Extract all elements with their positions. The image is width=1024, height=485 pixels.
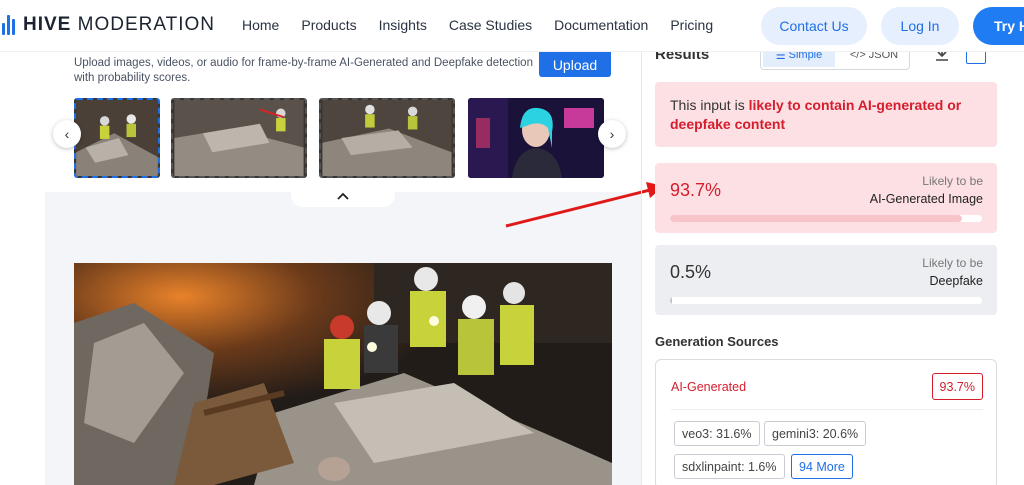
panel-divider	[641, 52, 642, 485]
ai-score-fill	[670, 215, 963, 222]
nav-pricing[interactable]: Pricing	[670, 17, 713, 33]
thumbnail-carousel	[74, 98, 604, 178]
thumbnail-4[interactable]	[468, 98, 604, 178]
source-chip-gemini3: gemini3: 20.6%	[764, 421, 867, 446]
log-in-button[interactable]: Log In	[881, 7, 959, 45]
nav-products[interactable]: Products	[301, 17, 356, 33]
chevron-right-icon: ›	[609, 126, 615, 142]
carousel-next-button[interactable]: ›	[598, 120, 626, 148]
ai-score-value: 93.7%	[670, 180, 722, 200]
thumbnail-2[interactable]	[171, 98, 307, 178]
generation-sources-title: Generation Sources	[655, 334, 779, 349]
nav-home[interactable]: Home	[242, 17, 279, 33]
top-nav: HIVE MODERATION Home Products Insights C…	[0, 0, 1024, 52]
preview-image	[74, 263, 612, 485]
deepfake-score-bar	[670, 297, 982, 304]
contact-us-button[interactable]: Contact Us	[761, 7, 867, 45]
rubble-image-icon	[76, 100, 158, 176]
chevron-left-icon: ‹	[64, 126, 70, 142]
try-button[interactable]: Try H	[973, 7, 1024, 45]
ai-generated-score-card: 93.7% Likely to be AI-Generated Image	[655, 163, 997, 233]
deepfake-score-sub: Likely to be	[922, 256, 983, 270]
cyberpunk-portrait-icon	[468, 98, 604, 178]
upload-button[interactable]: Upload	[539, 52, 611, 77]
page: HIVE MODERATION Home Products Insights C…	[0, 0, 1024, 485]
carousel-prev-button[interactable]: ‹	[53, 120, 81, 148]
logo[interactable]: HIVE MODERATION	[2, 14, 215, 36]
logo-bold: HIVE	[23, 14, 72, 35]
nav-links: Home Products Insights Case Studies Docu…	[242, 17, 735, 33]
verdict-prefix: This input is	[670, 97, 749, 113]
rubble-image-icon	[322, 100, 452, 176]
upload-description: Upload images, videos, or audio for fram…	[74, 57, 533, 84]
chevron-up-icon	[337, 192, 349, 200]
nav-documentation[interactable]: Documentation	[554, 17, 648, 33]
generation-source-pct: 93.7%	[931, 373, 983, 400]
hive-logo-icon	[2, 15, 15, 35]
nav-case-studies[interactable]: Case Studies	[449, 17, 532, 33]
generation-source-label: AI-Generated	[671, 380, 747, 394]
ai-score-label: AI-Generated Image	[869, 192, 983, 206]
deepfake-score-fill	[670, 297, 672, 304]
more-sources-button[interactable]: 94 More	[791, 454, 853, 479]
ai-score-bar	[670, 215, 982, 222]
deepfake-score-card: 0.5% Likely to be Deepfake	[655, 245, 997, 315]
upload-panel: Upload images, videos, or audio for fram…	[45, 52, 642, 485]
nav-insights[interactable]: Insights	[379, 17, 427, 33]
rubble-image-icon	[174, 100, 304, 176]
collapse-thumbnails-button[interactable]	[291, 185, 395, 207]
verdict-banner: This input is likely to contain AI-gener…	[655, 82, 997, 147]
thumbnail-3[interactable]	[319, 98, 455, 178]
logo-rest: MODERATION	[77, 14, 216, 35]
thumbnail-1[interactable]	[74, 98, 160, 178]
deepfake-score-value: 0.5%	[670, 262, 712, 282]
deepfake-score-label: Deepfake	[929, 274, 983, 288]
generation-source-divider	[671, 409, 983, 410]
ai-score-sub: Likely to be	[922, 174, 983, 188]
rescue-scene-image-icon	[74, 263, 612, 485]
generation-sources-card: AI-Generated 93.7% veo3: 31.6% gemini3: …	[655, 359, 997, 485]
source-chip-veo3: veo3: 31.6%	[674, 421, 760, 446]
annotation-arrow-icon	[505, 182, 664, 228]
source-chip-sdxlinpaint: sdxlinpaint: 1.6%	[674, 454, 785, 479]
